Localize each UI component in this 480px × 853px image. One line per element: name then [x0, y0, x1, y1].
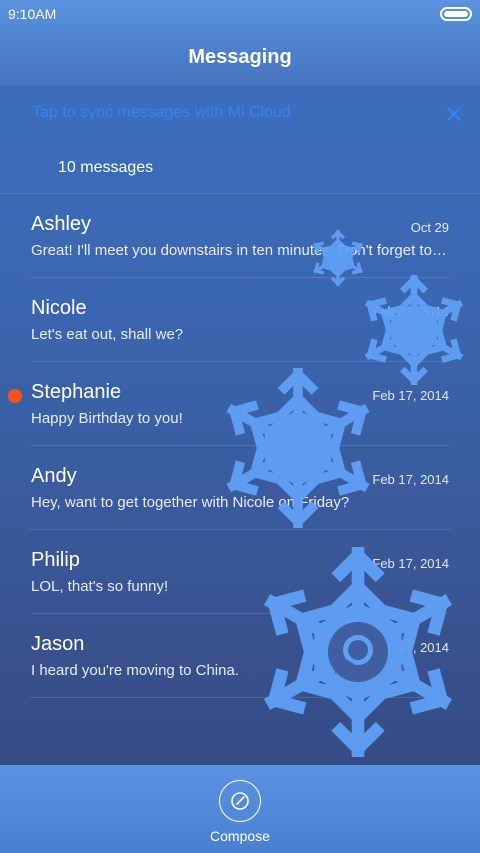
message-date: Feb 21, 2014 — [372, 304, 449, 319]
message-date: Oct 29 — [410, 220, 449, 235]
sync-banner-text[interactable]: Tap to sync messages with Mi Cloud — [32, 104, 291, 122]
battery-icon — [440, 7, 472, 21]
bottom-bar: Compose — [0, 765, 480, 853]
message-preview: LOL, that's so funny! — [31, 578, 169, 595]
message-thread-nicole[interactable]: Nicole Feb 21, 2014 Let's eat out, shall… — [0, 278, 480, 362]
close-icon[interactable] — [438, 98, 470, 130]
message-thread-ashley[interactable]: Ashley Oct 29 Great! I'll meet you downs… — [0, 194, 480, 278]
status-time: 9:10AM — [8, 6, 57, 22]
contact-name: Nicole — [31, 297, 87, 319]
page-title: Messaging — [188, 46, 292, 68]
message-thread-philip[interactable]: Philip Feb 17, 2014 LOL, that's so funny… — [0, 530, 480, 614]
message-date: Feb 17, 2014 — [372, 472, 449, 487]
compose-label[interactable]: Compose — [0, 828, 480, 844]
message-preview: Hey, want to get together with Nicole on… — [31, 494, 350, 511]
contact-name: Stephanie — [31, 381, 122, 403]
message-preview: Happy Birthday to you! — [31, 410, 183, 427]
message-preview: Let's eat out, shall we? — [31, 326, 184, 343]
header: Messaging — [0, 28, 480, 86]
message-count: 10 messages — [58, 159, 154, 176]
message-date: Feb 17, 2014 — [372, 640, 449, 655]
message-thread-stephanie[interactable]: Stephanie Feb 17, 2014 Happy Birthday to… — [0, 362, 480, 446]
message-date: Feb 17, 2014 — [372, 556, 449, 571]
contact-name: Andy — [31, 465, 77, 487]
message-thread-andy[interactable]: Andy Feb 17, 2014 Hey, want to get toget… — [0, 446, 480, 530]
message-list: Ashley Oct 29 Great! I'll meet you downs… — [0, 194, 480, 698]
compose-icon — [231, 792, 249, 810]
message-count-row: 10 messages — [0, 142, 480, 194]
message-thread-jason[interactable]: Jason Feb 17, 2014 I heard you're moving… — [0, 614, 480, 698]
contact-name: Philip — [31, 549, 80, 571]
contact-name: Ashley — [31, 213, 92, 235]
message-preview: I heard you're moving to China. — [31, 662, 239, 679]
sync-banner[interactable]: Tap to sync messages with Mi Cloud — [0, 86, 480, 142]
unread-dot — [8, 389, 22, 403]
message-preview: Great! I'll meet you downstairs in ten m… — [31, 242, 451, 259]
contact-name: Jason — [31, 633, 85, 655]
status-bar: 9:10AM — [0, 0, 480, 28]
message-date: Feb 17, 2014 — [372, 388, 449, 403]
compose-button[interactable] — [219, 780, 261, 822]
